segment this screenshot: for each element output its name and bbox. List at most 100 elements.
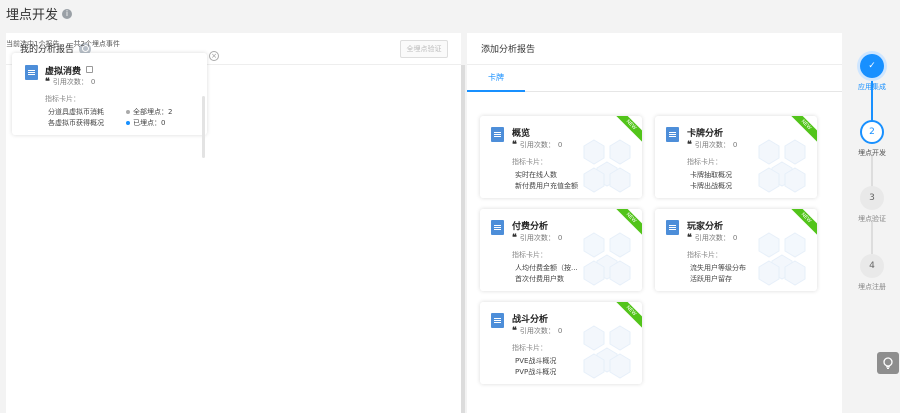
template-card-title: 玩家分析 — [687, 222, 724, 232]
document-icon — [491, 313, 504, 328]
template-card-title: 付费分析 — [512, 222, 549, 232]
metrics-label: 指标卡片： — [45, 95, 80, 103]
document-icon — [491, 220, 504, 235]
template-card-title: 战斗分析 — [512, 315, 549, 325]
step-3-number: 3 — [869, 193, 875, 203]
quote-count: 0 — [557, 141, 563, 149]
stat-all-events: 全部埋点：2 — [126, 107, 172, 117]
full-verify-button[interactable]: 全埋点验证 — [400, 40, 448, 58]
selected-report-card[interactable]: 虚拟消费 ❝ 引用次数： 0 指标卡片： 分道具虚拟币消耗 各虚拟币获得概况 全… — [12, 53, 207, 135]
tab-card[interactable]: 卡牌 — [467, 65, 525, 92]
metric-item: 流失用户等级分布 — [690, 264, 746, 272]
hexagon-decoration — [583, 325, 631, 379]
quote-count-row: ❝ 引用次数： 0 — [687, 140, 737, 150]
quote-icon: ❝ — [512, 326, 517, 336]
quote-count-row: ❝ 引用次数： 0 — [512, 326, 562, 336]
quote-count: 0 — [732, 141, 738, 149]
step-connector — [871, 154, 873, 188]
quote-count-row: ❝ 引用次数： 0 — [45, 77, 95, 87]
step-1-label: 应用集成 — [858, 83, 886, 91]
stat-done-label: 已埋点： — [133, 119, 161, 127]
check-icon: ✓ — [868, 61, 876, 71]
quote-count: 0 — [90, 78, 96, 86]
stat-done-events: 已埋点：0 — [126, 118, 165, 128]
hexagon-decoration — [583, 232, 631, 286]
card-scrollbar[interactable] — [202, 96, 205, 158]
template-card-player-analysis[interactable]: 玩家分析 ❝ 引用次数： 0 指标卡片： 流失用户等级分布 活跃用户留存 NEW — [655, 209, 817, 291]
page-title-text: 埋点开发 — [6, 8, 59, 23]
quote-count: 0 — [557, 234, 563, 242]
add-report-title: 添加分析报告 — [481, 45, 536, 55]
close-icon[interactable]: × — [209, 51, 219, 61]
gray-bullet — [126, 110, 130, 114]
quote-icon: ❝ — [512, 140, 517, 150]
step-2-label: 埋点开发 — [858, 149, 886, 157]
hexagon-decoration — [583, 139, 631, 193]
metrics-label: 指标卡片： — [512, 344, 547, 352]
quote-icon: ❝ — [45, 77, 50, 87]
quote-count: 0 — [732, 234, 738, 242]
help-button[interactable] — [877, 352, 899, 374]
quote-label: 引用次数： — [694, 141, 730, 149]
blue-bullet — [126, 121, 130, 125]
metric-item: 首次付费用户数 — [515, 275, 564, 283]
quote-count-row: ❝ 引用次数： 0 — [687, 233, 737, 243]
stat-all-label: 全部埋点： — [133, 108, 168, 116]
metrics-label: 指标卡片： — [512, 251, 547, 259]
quote-count-row: ❝ 引用次数： 0 — [512, 233, 562, 243]
selection-summary: 当前选中1个报告，一共2个埋点事件 — [6, 40, 120, 48]
step-4-node[interactable]: 4 — [860, 254, 884, 278]
quote-label: 引用次数： — [519, 141, 555, 149]
step-4-label: 埋点注册 — [858, 283, 886, 291]
add-report-header: 添加分析报告 — [467, 33, 842, 65]
metric-item: 实时在线人数 — [515, 171, 557, 179]
metric-item: 卡牌抽取概况 — [690, 171, 732, 179]
hexagon-decoration — [758, 139, 806, 193]
metric-item: PVE战斗概况 — [515, 357, 557, 365]
stat-done-value: 0 — [161, 119, 166, 127]
report-tabs: 卡牌 — [467, 65, 842, 92]
info-icon[interactable]: i — [62, 8, 73, 19]
quote-label: 引用次数： — [52, 78, 88, 86]
metrics-label: 指标卡片： — [687, 158, 722, 166]
quote-label: 引用次数： — [519, 234, 555, 242]
quote-count: 0 — [557, 327, 563, 335]
panel-splitter[interactable] — [461, 65, 465, 413]
template-card-battle-analysis[interactable]: 战斗分析 ❝ 引用次数： 0 指标卡片： PVE战斗概况 PVP战斗概况 NEW — [480, 302, 642, 384]
step-1-node[interactable]: ✓ — [860, 54, 884, 78]
add-report-panel: 添加分析报告 卡牌 概览 ❝ 引用次数： 0 指标卡片： 实时在线人数 新付费用户充… — [467, 33, 842, 413]
metric-item: PVP战斗概况 — [515, 368, 557, 376]
page-title: 埋点开发 i — [6, 4, 73, 23]
step-2-number: 2 — [869, 127, 875, 137]
edit-icon[interactable] — [86, 66, 93, 73]
stat-all-value: 2 — [168, 108, 173, 116]
metric-item: 活跃用户留存 — [690, 275, 732, 283]
help-bulb-icon — [883, 357, 893, 369]
template-card-overview[interactable]: 概览 ❝ 引用次数： 0 指标卡片： 实时在线人数 新付费用户充值金额 NEW — [480, 116, 642, 198]
step-3-node[interactable]: 3 — [860, 186, 884, 210]
step-2-node[interactable]: 2 — [860, 120, 884, 144]
template-card-card-analysis[interactable]: 卡牌分析 ❝ 引用次数： 0 指标卡片： 卡牌抽取概况 卡牌出战概况 NEW — [655, 116, 817, 198]
document-icon — [491, 127, 504, 142]
metric-item: 各虚拟币获得概况 — [48, 119, 104, 127]
document-icon — [666, 127, 679, 142]
metric-item: 新付费用户充值金额 — [515, 182, 578, 190]
metrics-label: 指标卡片： — [687, 251, 722, 259]
quote-icon: ❝ — [687, 140, 692, 150]
quote-label: 引用次数： — [694, 234, 730, 242]
quote-count-row: ❝ 引用次数： 0 — [512, 140, 562, 150]
metric-item: 分道具虚拟币消耗 — [48, 108, 104, 116]
step-4-number: 4 — [869, 261, 875, 271]
quote-icon: ❝ — [512, 233, 517, 243]
quote-icon: ❝ — [687, 233, 692, 243]
document-icon — [666, 220, 679, 235]
metrics-label: 指标卡片： — [512, 158, 547, 166]
report-card-title: 虚拟消费 — [45, 67, 82, 77]
document-icon — [25, 65, 38, 80]
template-card-payment-analysis[interactable]: 付费分析 ❝ 引用次数： 0 指标卡片： 人均付费金额（按... 首次付费用户数 N… — [480, 209, 642, 291]
step-connector — [871, 220, 873, 254]
metric-item: 卡牌出战概况 — [690, 182, 732, 190]
template-card-title: 概览 — [512, 129, 531, 139]
metric-item: 人均付费金额（按... — [515, 264, 578, 272]
step-3-label: 埋点验证 — [858, 215, 886, 223]
